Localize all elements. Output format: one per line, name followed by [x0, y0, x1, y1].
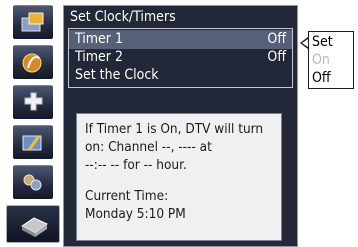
sidebar-item-setup[interactable] — [13, 85, 53, 119]
popup-option-set[interactable]: Set — [312, 33, 333, 51]
audio-icon — [22, 53, 42, 73]
menu-item-value: Off — [267, 31, 286, 47]
timer-menu: Timer 1 Off Timer 2 Off Set the Clock — [68, 28, 293, 88]
setup-icon — [24, 92, 43, 111]
popup-option-on: On — [312, 52, 330, 68]
timer-status-text: If Timer 1 is On, DTV will turn on: Chan… — [85, 121, 264, 173]
sidebar-item-picture[interactable] — [13, 5, 53, 39]
sidebar-item-channel[interactable] — [13, 125, 53, 159]
menu-item-value: Off — [267, 49, 286, 65]
menu-item-label: Timer 1 — [75, 31, 123, 47]
sidebar-item-timers[interactable] — [6, 205, 60, 243]
menu-item-label: Set the Clock — [75, 67, 159, 83]
sidebar-item-locks[interactable] — [13, 165, 53, 199]
menu-item-timer-1[interactable]: Timer 1 Off — [69, 30, 292, 49]
timer-info-box: If Timer 1 is On, DTV will turn on: Chan… — [76, 113, 282, 241]
channel-icon — [22, 135, 42, 151]
sidebar-item-audio[interactable] — [13, 45, 53, 79]
sidebar — [0, 0, 60, 247]
menu-item-set-the-clock[interactable]: Set the Clock — [69, 66, 292, 85]
panel-title: Set Clock/Timers — [70, 9, 176, 25]
menu-item-timer-2[interactable]: Timer 2 Off — [69, 48, 292, 67]
timer-option-popup: Set On Off — [308, 31, 354, 89]
menu-item-label: Timer 2 — [75, 49, 123, 65]
timers-panel: Set Clock/Timers Timer 1 Off Timer 2 Off… — [63, 5, 298, 247]
popup-option-off[interactable]: Off — [312, 69, 331, 87]
locks-icon — [23, 174, 42, 191]
timer-icon — [21, 217, 48, 237]
current-time-text: Current Time: Monday 5:10 PM — [85, 188, 186, 222]
picture-icon — [21, 12, 44, 32]
